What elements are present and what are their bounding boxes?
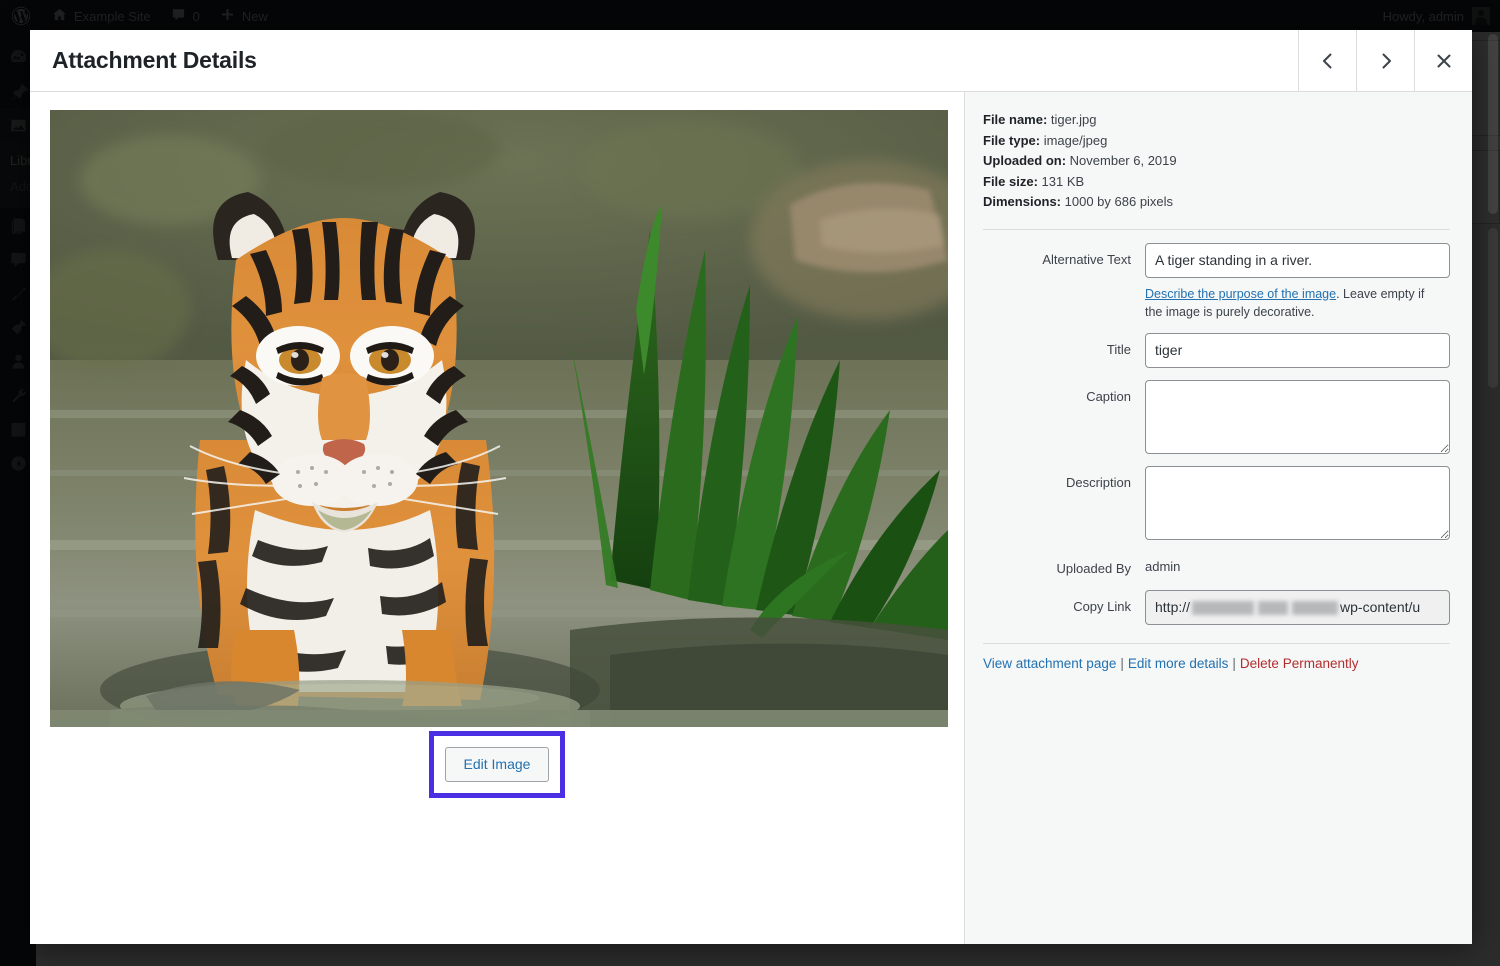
meta-file-type-value: image/jpeg	[1044, 133, 1108, 148]
meta-dimensions: Dimensions: 1000 by 686 pixels	[983, 192, 1450, 213]
previous-attachment-button[interactable]	[1298, 30, 1356, 91]
description-textarea[interactable]	[1145, 466, 1450, 540]
description-label: Description	[983, 466, 1145, 493]
copy-link-suffix: wp-content/u	[1340, 599, 1420, 615]
alt-text-input[interactable]	[1145, 243, 1450, 278]
attachment-info-pane: File name: tiger.jpg File type: image/jp…	[965, 92, 1472, 944]
field-row-description: Description	[983, 466, 1450, 540]
page-scrollbar-track[interactable]	[1488, 228, 1498, 388]
chevron-right-icon	[1376, 51, 1396, 71]
edit-image-highlight-annotation: Edit Image	[429, 731, 566, 798]
describe-purpose-link[interactable]: Describe the purpose of the image	[1145, 287, 1336, 301]
modal-header: Attachment Details	[30, 30, 1472, 92]
meta-dimensions-value: 1000 by 686 pixels	[1065, 194, 1173, 209]
meta-file-name-label: File name:	[983, 112, 1047, 127]
meta-file-type: File type: image/jpeg	[983, 131, 1450, 152]
modal-body: Edit Image File name: tiger.jpg File typ…	[30, 92, 1472, 944]
action-separator-2: |	[1228, 656, 1240, 671]
alt-text-help: Describe the purpose of the image. Leave…	[1145, 278, 1435, 321]
actions-divider	[983, 643, 1450, 644]
meta-file-name: File name: tiger.jpg	[983, 110, 1450, 131]
meta-dimensions-label: Dimensions:	[983, 194, 1061, 209]
edit-more-details-link[interactable]: Edit more details	[1128, 656, 1229, 671]
attachment-action-links: View attachment page|Edit more details|D…	[983, 656, 1450, 671]
uploaded-by-value: admin	[1145, 552, 1450, 574]
meta-divider	[983, 229, 1450, 230]
chevron-left-icon	[1318, 51, 1338, 71]
meta-uploaded-on-value: November 6, 2019	[1070, 153, 1177, 168]
redacted-domain-part-3	[1292, 601, 1338, 615]
page-title: Attachment Details	[30, 30, 1298, 91]
copy-link-prefix: http://	[1155, 599, 1190, 615]
field-row-title: Title	[983, 333, 1450, 368]
title-input[interactable]	[1145, 333, 1450, 368]
caption-textarea[interactable]	[1145, 380, 1450, 454]
page-scrollbar-thumb[interactable]	[1488, 34, 1498, 214]
meta-file-size-value: 131 KB	[1042, 174, 1085, 189]
field-row-copy-link: Copy Link http:// wp-content/u	[983, 590, 1450, 625]
edit-image-row: Edit Image	[50, 731, 944, 798]
uploaded-by-label: Uploaded By	[983, 552, 1145, 579]
attachment-meta-list: File name: tiger.jpg File type: image/jp…	[983, 110, 1450, 213]
meta-uploaded-on-label: Uploaded on:	[983, 153, 1066, 168]
alt-text-label: Alternative Text	[983, 243, 1145, 270]
copy-link-input[interactable]: http:// wp-content/u	[1145, 590, 1450, 625]
close-modal-button[interactable]	[1414, 30, 1472, 91]
field-row-uploaded-by: Uploaded By admin	[983, 552, 1450, 579]
meta-uploaded-on: Uploaded on: November 6, 2019	[983, 151, 1450, 172]
redacted-domain-part-2	[1258, 601, 1288, 615]
action-separator-1: |	[1116, 656, 1128, 671]
copy-link-label: Copy Link	[983, 590, 1145, 617]
edit-image-button[interactable]: Edit Image	[445, 747, 550, 782]
meta-file-name-value: tiger.jpg	[1051, 112, 1097, 127]
attachment-preview-pane: Edit Image	[30, 92, 965, 944]
delete-permanently-link[interactable]: Delete Permanently	[1240, 656, 1359, 671]
redacted-domain-part-1	[1192, 601, 1254, 615]
meta-file-type-label: File type:	[983, 133, 1040, 148]
field-row-alt-text: Alternative Text Describe the purpose of…	[983, 243, 1450, 321]
close-x-icon	[1434, 51, 1454, 71]
view-attachment-page-link[interactable]: View attachment page	[983, 656, 1116, 671]
attachment-details-modal: Attachment Details	[30, 30, 1472, 944]
attachment-image	[50, 110, 948, 727]
meta-file-size: File size: 131 KB	[983, 172, 1450, 193]
next-attachment-button[interactable]	[1356, 30, 1414, 91]
field-row-caption: Caption	[983, 380, 1450, 454]
title-label: Title	[983, 333, 1145, 360]
caption-label: Caption	[983, 380, 1145, 407]
meta-file-size-label: File size:	[983, 174, 1038, 189]
